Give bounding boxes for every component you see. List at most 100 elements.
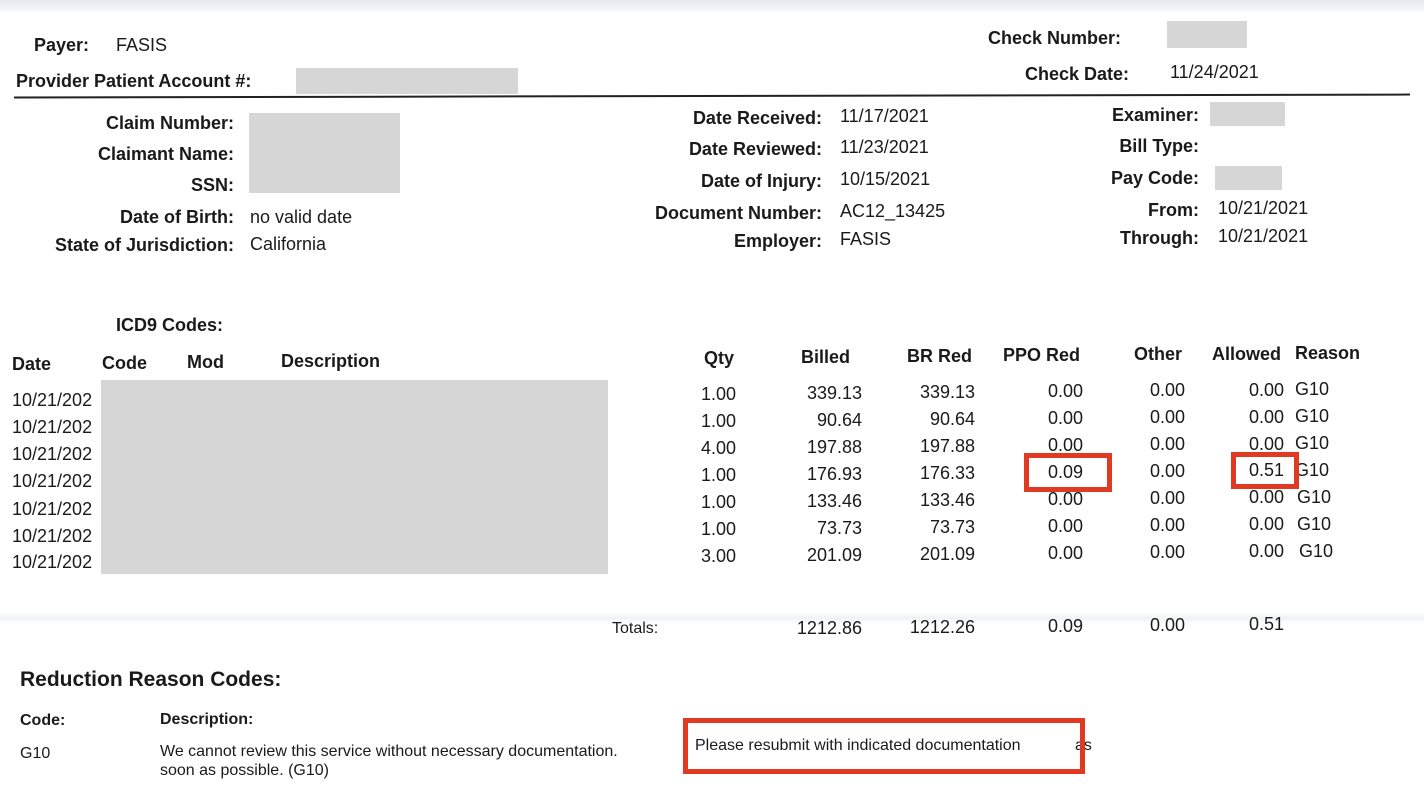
reduction-reason-title: Reduction Reason Codes: <box>20 668 282 691</box>
row-ppo-red: 0.00 <box>1047 381 1083 401</box>
row-other: 0.00 <box>1149 380 1185 400</box>
payer-label: Payer: <box>34 35 90 55</box>
check-number-label: Check Number: <box>988 28 1122 48</box>
row-qty: 1.00 <box>700 384 736 404</box>
document-number-label: Document Number: <box>654 203 822 223</box>
totals-billed: 1212.86 <box>796 618 862 638</box>
row-reason: G10 <box>1295 433 1330 453</box>
row-br-red: 197.88 <box>919 436 975 456</box>
col-header-mod: Mod <box>187 352 224 372</box>
row-reason: G10 <box>1295 460 1330 480</box>
row-qty: 1.00 <box>700 519 736 539</box>
row-ppo-red: 0.00 <box>1047 408 1083 428</box>
examiner-label: Examiner: <box>1111 105 1199 125</box>
highlight-resubmit <box>683 718 1085 774</box>
col-header-br-red: BR Red <box>907 346 973 366</box>
totals-allowed: 0.51 <box>1248 614 1284 634</box>
row-br-red: 90.64 <box>929 409 975 429</box>
reason-code: G10 <box>20 745 51 762</box>
col-header-date: Date <box>12 354 52 374</box>
row-reason: G10 <box>1295 379 1330 399</box>
row-ppo-red: 0.00 <box>1047 543 1083 563</box>
check-date-label: Check Date: <box>1025 64 1130 84</box>
from-value: 10/21/2021 <box>1218 198 1309 218</box>
header-divider <box>13 93 1411 99</box>
col-header-code: Code <box>102 353 147 373</box>
row-date: 10/21/202 <box>12 499 93 519</box>
claimant-name-label: Claimant Name: <box>97 144 234 164</box>
reason-description-header: Description: <box>160 711 254 728</box>
row-date: 10/21/202 <box>12 526 93 546</box>
jurisdiction-value: California <box>250 234 327 254</box>
payer-value: FASIS <box>116 35 168 55</box>
reason-code-header: Code: <box>20 712 66 729</box>
redacted-examiner <box>1210 102 1285 126</box>
reason-description-line2: soon as possible. (G10) <box>160 762 329 779</box>
col-header-description: Description <box>281 351 381 371</box>
totals-br-red: 1212.26 <box>909 617 975 637</box>
reason-description-part1: We cannot review this service without ne… <box>160 743 618 760</box>
date-received-value: 11/17/2021 <box>840 106 929 126</box>
bill-type-label: Bill Type: <box>1119 136 1199 156</box>
document-number-value: AC12_13425 <box>840 201 946 221</box>
row-date: 10/21/202 <box>12 471 93 491</box>
row-date: 10/21/202 <box>12 444 93 464</box>
dob-label: Date of Birth: <box>120 207 234 227</box>
date-reviewed-value: 11/23/2021 <box>840 137 929 157</box>
row-allowed: 0.00 <box>1248 514 1284 534</box>
icd9-codes-label: ICD9 Codes: <box>116 315 224 335</box>
date-of-injury-value: 10/15/2021 <box>840 169 931 189</box>
row-allowed: 0.00 <box>1248 487 1284 507</box>
scan-smudge <box>0 612 1424 624</box>
row-br-red: 73.73 <box>929 517 975 537</box>
jurisdiction-label: State of Jurisdiction: <box>54 235 234 255</box>
row-billed: 73.73 <box>816 518 862 538</box>
date-of-injury-label: Date of Injury: <box>700 171 822 191</box>
totals-other: 0.00 <box>1149 615 1185 635</box>
row-billed: 176.93 <box>806 464 862 484</box>
row-date: 10/21/202 <box>12 417 93 437</box>
row-billed: 133.46 <box>806 491 862 511</box>
highlight-ppo-red <box>1024 453 1112 492</box>
row-other: 0.00 <box>1149 461 1185 481</box>
date-received-label: Date Received: <box>692 108 822 128</box>
row-br-red: 133.46 <box>919 490 975 510</box>
redacted-check-number <box>1167 21 1247 48</box>
col-header-allowed: Allowed <box>1212 344 1282 364</box>
ssn-label: SSN: <box>190 175 234 195</box>
claim-number-label: Claim Number: <box>105 113 234 133</box>
row-ppo-red: 0.00 <box>1047 489 1083 509</box>
from-label: From: <box>1148 200 1199 220</box>
col-header-qty: Qty <box>704 348 735 368</box>
row-reason: G10 <box>1299 541 1334 561</box>
row-allowed: 0.00 <box>1248 380 1284 400</box>
pay-code-label: Pay Code: <box>1110 168 1199 188</box>
provider-account-label: Provider Patient Account #: <box>16 71 252 91</box>
totals-label: Totals: <box>612 620 659 637</box>
row-allowed: 0.00 <box>1248 541 1284 561</box>
row-allowed: 0.00 <box>1248 407 1284 427</box>
row-qty: 4.00 <box>700 438 736 458</box>
col-header-other: Other <box>1134 344 1183 364</box>
check-date-value: 11/24/2021 <box>1170 62 1259 82</box>
row-billed: 197.88 <box>806 437 862 457</box>
dob-value: no valid date <box>250 207 353 227</box>
employer-value: FASIS <box>840 229 892 249</box>
row-qty: 3.00 <box>700 546 736 566</box>
col-header-ppo-red: PPO Red <box>1003 345 1081 365</box>
redacted-pay-code <box>1215 166 1282 190</box>
row-br-red: 339.13 <box>919 382 975 402</box>
row-billed: 339.13 <box>806 383 862 403</box>
through-value: 10/21/2021 <box>1218 226 1309 246</box>
row-other: 0.00 <box>1149 488 1185 508</box>
row-reason: G10 <box>1297 487 1332 507</box>
redacted-account-number <box>296 68 518 94</box>
row-qty: 1.00 <box>700 411 736 431</box>
through-label: Through: <box>1120 228 1199 248</box>
row-qty: 1.00 <box>700 465 736 485</box>
scan-edge <box>0 0 1424 14</box>
row-date: 10/21/202 <box>12 390 93 410</box>
totals-ppo-red: 0.09 <box>1047 616 1083 636</box>
row-other: 0.00 <box>1149 515 1185 535</box>
col-header-reason: Reason <box>1295 343 1361 363</box>
